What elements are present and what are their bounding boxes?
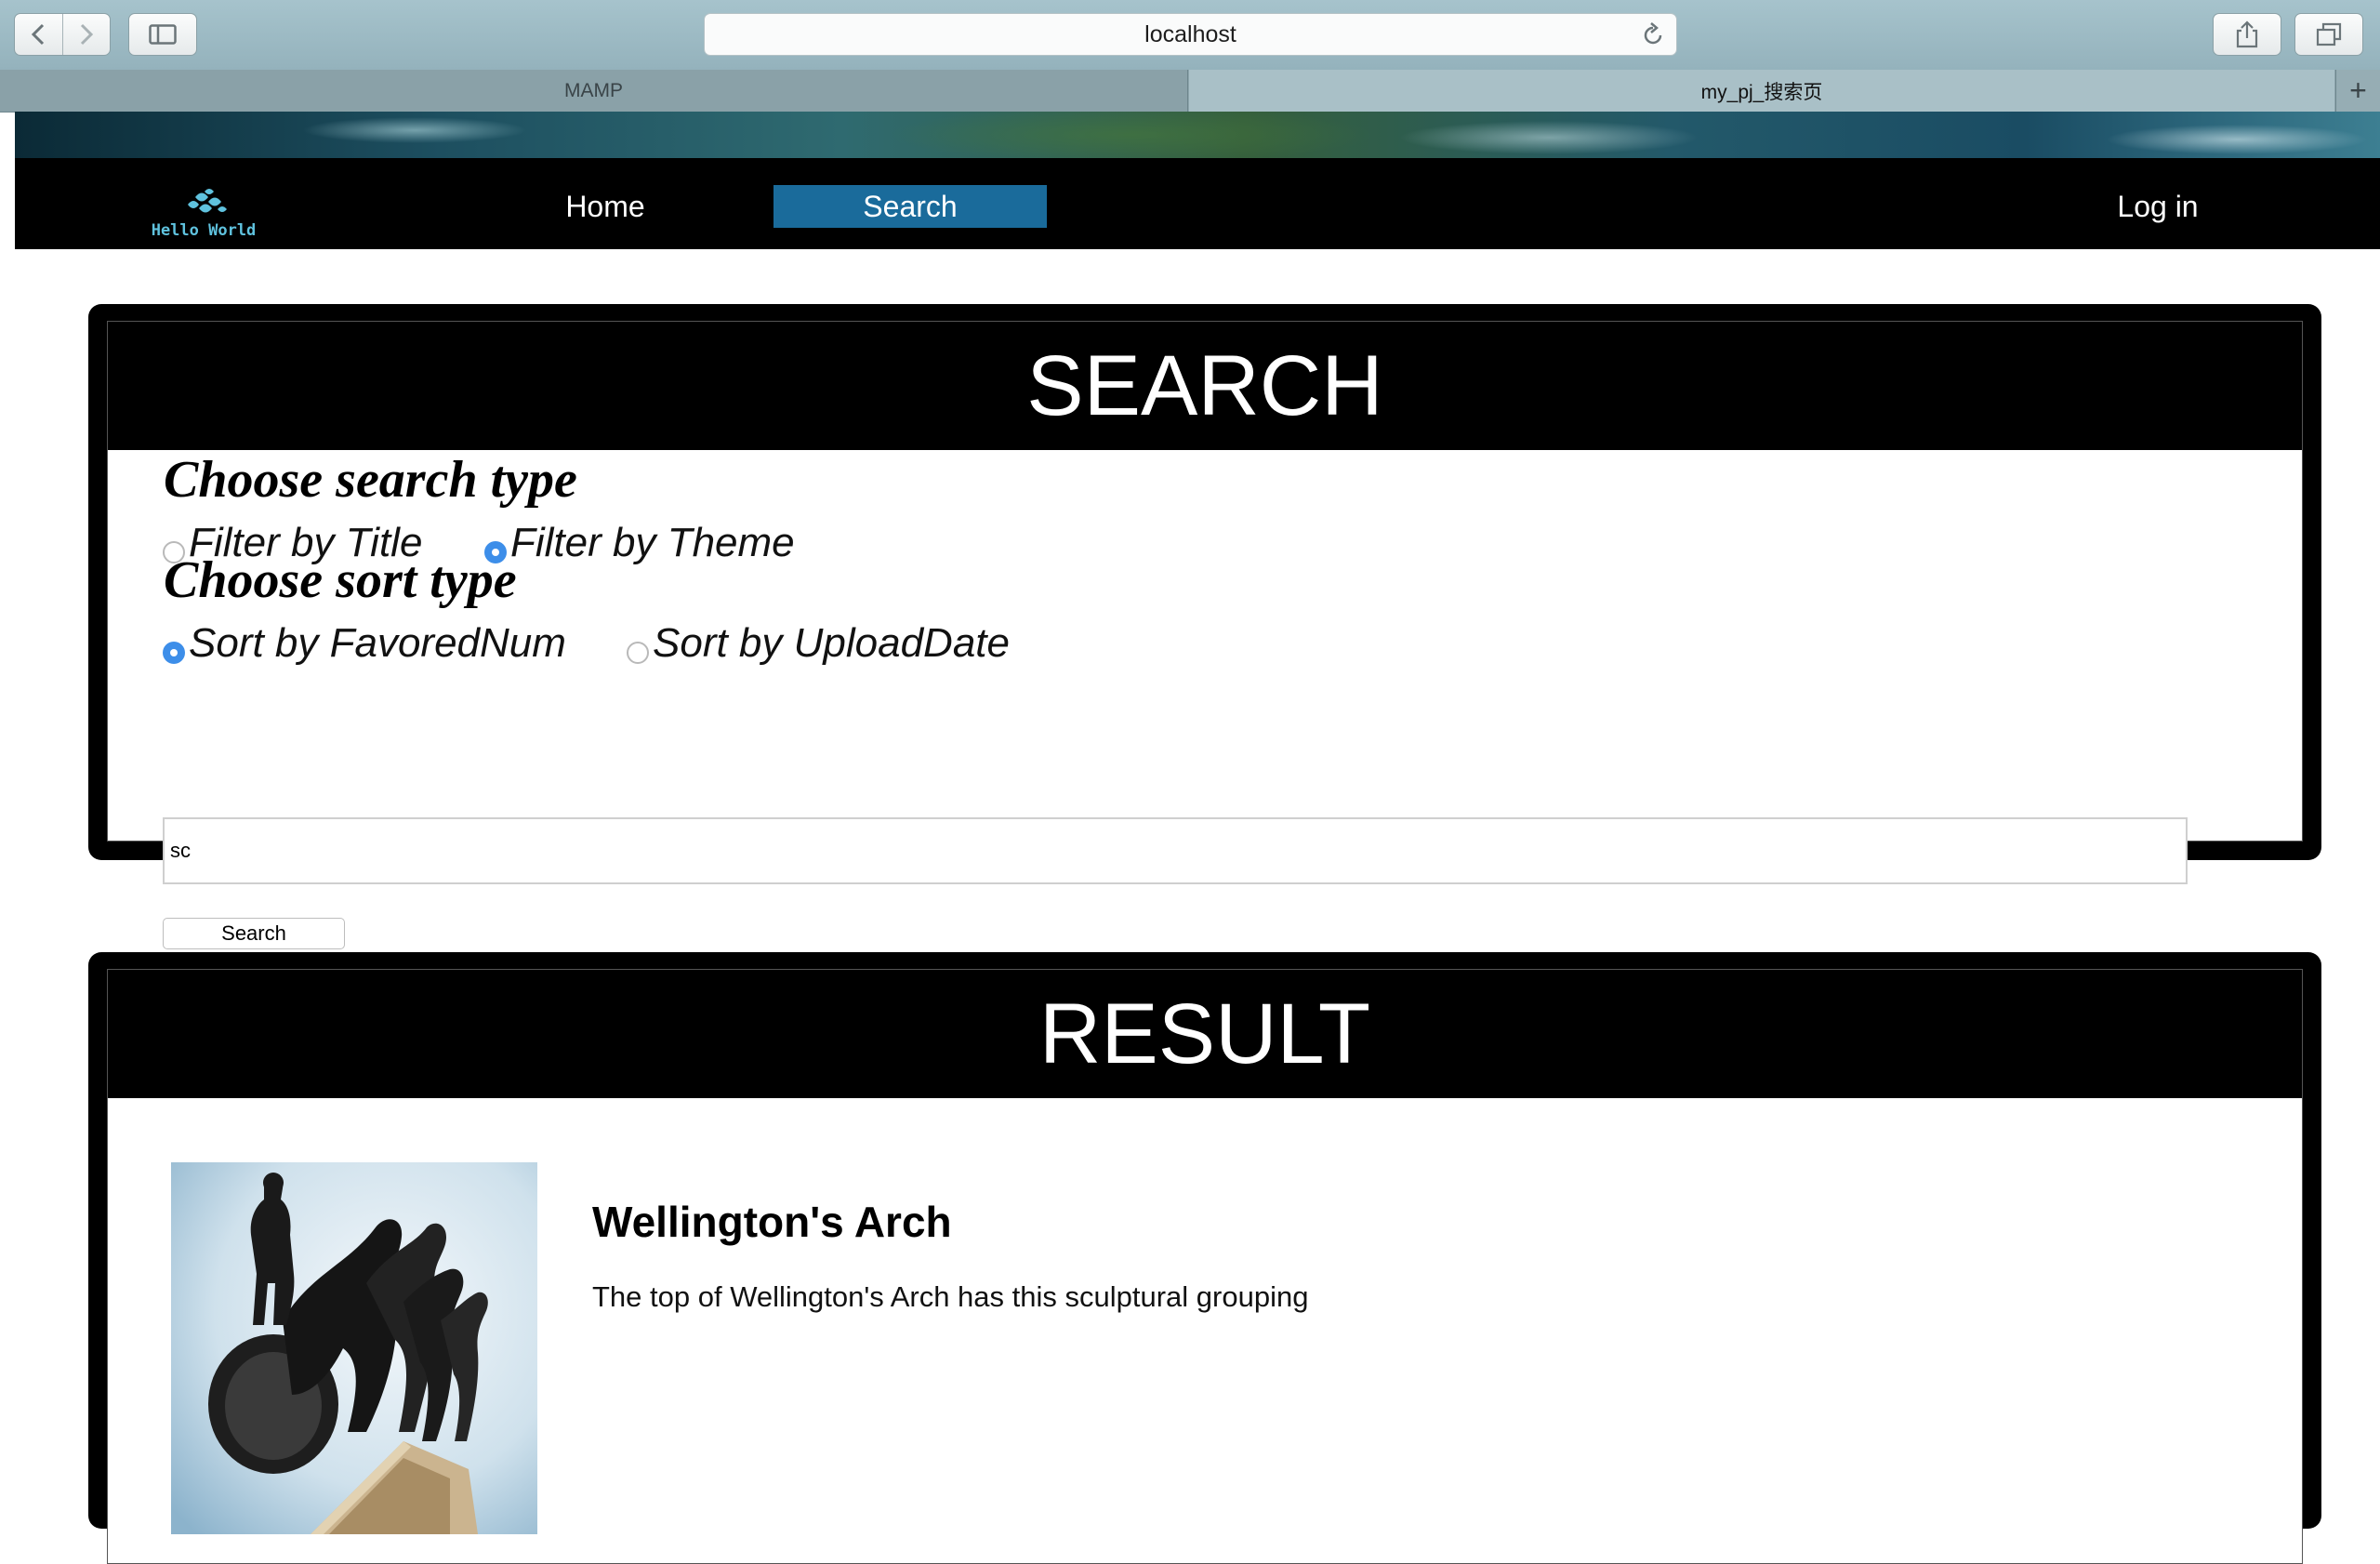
search-heading: SEARCH	[108, 322, 2302, 450]
result-panel-body: RESULT Wellington's Arch The top of Well…	[107, 969, 2303, 1564]
fish-logo-icon	[188, 189, 227, 213]
forward-button[interactable]	[61, 14, 111, 55]
result-thumbnail[interactable]	[171, 1162, 537, 1534]
header-banner-image	[15, 112, 2380, 158]
search-type-title: Choose search type	[164, 451, 577, 509]
sidebar-icon	[149, 24, 177, 45]
new-tab-button[interactable]: +	[2335, 70, 2380, 112]
nav-login-link[interactable]: Log in	[2079, 185, 2237, 228]
radio-button[interactable]	[627, 642, 649, 664]
history-nav	[14, 13, 111, 56]
search-input[interactable]	[163, 817, 2188, 884]
tab-mamp[interactable]: MAMP	[0, 70, 1188, 112]
radio-label: Sort by UploadDate	[653, 620, 1010, 666]
address-bar[interactable]: localhost	[704, 13, 1677, 56]
tab-overview-button[interactable]	[2294, 13, 2363, 56]
share-icon	[2236, 20, 2258, 48]
result-panel: RESULT Wellington's Arch The top of Well…	[88, 952, 2321, 1564]
site-navbar: Hello World Home Search Log in	[15, 158, 2380, 249]
back-button[interactable]	[15, 14, 62, 55]
browser-toolbar: localhost	[0, 0, 2380, 71]
tab-search-page[interactable]: my_pj_搜索页	[1189, 70, 2334, 112]
nav-home-link[interactable]: Home	[526, 185, 684, 228]
search-panel: SEARCH Choose search type Filter by Titl…	[88, 304, 2321, 949]
logo-text: Hello World	[151, 221, 257, 240]
share-button[interactable]	[2213, 13, 2281, 56]
search-panel-body: SEARCH Choose search type Filter by Titl…	[107, 321, 2303, 949]
radio-sort-favored[interactable]: Sort by FavoredNum	[163, 621, 566, 666]
sidebar-toggle-button[interactable]	[128, 13, 197, 56]
result-title[interactable]: Wellington's Arch	[592, 1197, 952, 1247]
chevron-left-icon	[32, 23, 45, 46]
site-logo[interactable]: Hello World	[134, 184, 273, 240]
sculpture-photo	[171, 1162, 537, 1534]
radio-button-selected[interactable]	[163, 642, 185, 664]
tabs-icon	[2316, 22, 2342, 46]
sort-type-title: Choose sort type	[164, 551, 517, 609]
url-text: localhost	[1144, 20, 1236, 47]
search-submit-button[interactable]: Search	[163, 918, 345, 949]
radio-label: Filter by Theme	[510, 520, 795, 565]
tab-strip: MAMP my_pj_搜索页 +	[0, 70, 2380, 113]
plus-icon: +	[2349, 73, 2367, 107]
radio-label: Sort by FavoredNum	[189, 620, 566, 666]
result-heading: RESULT	[108, 970, 2302, 1098]
radio-sort-uploaddate[interactable]: Sort by UploadDate	[627, 621, 1010, 666]
radio-filter-theme[interactable]: Filter by Theme	[484, 521, 795, 565]
chevron-right-icon	[80, 23, 93, 46]
result-description: The top of Wellington's Arch has this sc…	[592, 1280, 1309, 1313]
nav-search-link[interactable]: Search	[774, 185, 1047, 228]
tab-label: my_pj_搜索页	[1700, 81, 1823, 103]
reload-icon[interactable]	[1641, 22, 1665, 48]
tab-label: MAMP	[564, 79, 623, 101]
